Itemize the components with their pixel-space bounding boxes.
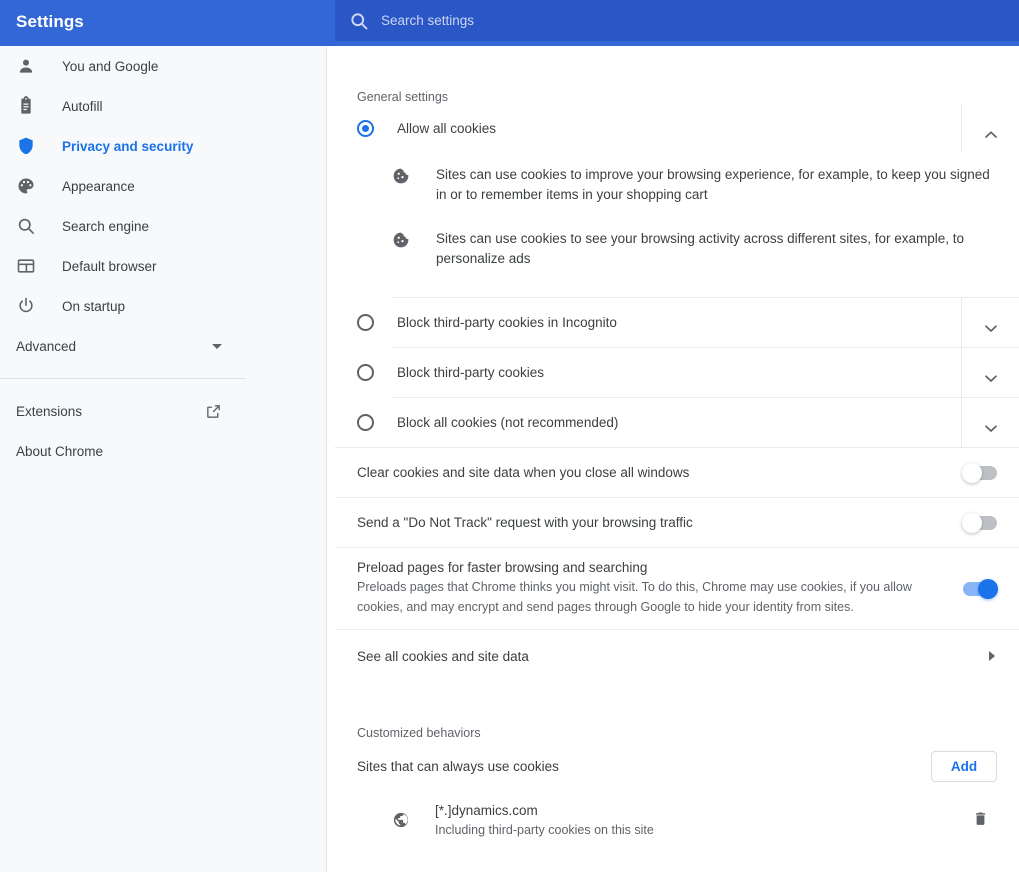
see-all-cookies-label: See all cookies and site data xyxy=(357,648,529,664)
shield-icon xyxy=(16,136,36,156)
search-bar[interactable] xyxy=(335,0,1019,41)
radio-label: Block all cookies (not recommended) xyxy=(397,415,619,430)
toggle-knob xyxy=(978,578,998,599)
customized-behaviors-title: Customized behaviors xyxy=(357,726,481,740)
chevron-down-icon xyxy=(984,319,997,332)
sidebar-extensions-label: Extensions xyxy=(16,403,83,419)
sidebar-item-label: Privacy and security xyxy=(62,138,194,154)
toggle-label: Send a "Do Not Track" request with your … xyxy=(357,515,693,530)
sidebar-item-label: On startup xyxy=(62,298,126,314)
search-icon xyxy=(16,216,36,236)
arrow-right-icon xyxy=(989,651,995,661)
radio-label: Block third-party cookies xyxy=(397,365,545,380)
sidebar-item-about-chrome[interactable]: About Chrome xyxy=(0,431,326,471)
clipboard-icon xyxy=(16,96,36,116)
search-input[interactable] xyxy=(381,0,1019,41)
caret-down-icon xyxy=(212,343,222,349)
toggle-texts: Send a "Do Not Track" request with your … xyxy=(357,515,963,530)
radio-label: Allow all cookies xyxy=(397,121,497,136)
sidebar-advanced-label: Advanced xyxy=(16,338,77,354)
person-icon xyxy=(16,56,36,76)
radio-button[interactable] xyxy=(357,120,374,137)
toggle-label: Preload pages for faster browsing and se… xyxy=(357,560,648,575)
sidebar-item-search-engine[interactable]: Search engine xyxy=(0,206,326,246)
sidebar-item-label: Appearance xyxy=(62,178,135,194)
toggle-row-preload-pages[interactable]: Preload pages for faster browsing and se… xyxy=(335,548,1019,629)
sidebar-item-autofill[interactable]: Autofill xyxy=(0,86,326,126)
chevron-down-icon xyxy=(984,419,997,432)
settings-content: General settings Allow all cookies Sites… xyxy=(335,46,1019,872)
sidebar-about-label: About Chrome xyxy=(16,443,104,459)
radio-button[interactable] xyxy=(357,314,374,331)
sidebar-item-privacy-and-security[interactable]: Privacy and security xyxy=(0,126,326,166)
toggle-label: Clear cookies and site data when you clo… xyxy=(357,465,690,480)
sidebar-item-advanced[interactable]: Advanced xyxy=(0,326,326,366)
add-button[interactable]: Add xyxy=(931,750,997,782)
sidebar-item-default-browser[interactable]: Default browser xyxy=(0,246,326,286)
toggle-description: Preloads pages that Chrome thinks you mi… xyxy=(357,580,912,614)
sidebar-divider xyxy=(0,378,246,379)
sidebar-item-you-and-google[interactable]: You and Google xyxy=(0,46,326,86)
toggle-texts: Preload pages for faster browsing and se… xyxy=(357,560,963,617)
radio-label: Block third-party cookies in Incognito xyxy=(397,315,617,330)
sidebar-item-appearance[interactable]: Appearance xyxy=(0,166,326,206)
power-icon xyxy=(16,296,36,316)
radio-button[interactable] xyxy=(357,414,374,431)
toggle-knob xyxy=(962,462,982,483)
page-title: Settings xyxy=(16,12,84,31)
sites-always-use-cookies-header: Sites that can always use cookies Add xyxy=(335,740,1019,792)
sites-always-use-cookies-label: Sites that can always use cookies xyxy=(357,758,559,774)
globe-icon xyxy=(392,811,410,829)
expand-collapse-button[interactable] xyxy=(961,398,1019,447)
cookie-detail-text: Sites can use cookies to improve your br… xyxy=(436,167,990,202)
cookie-icon xyxy=(392,231,410,249)
general-settings-title: General settings xyxy=(357,90,449,104)
see-all-cookies-row[interactable]: See all cookies and site data xyxy=(335,630,1019,682)
toggle-switch[interactable] xyxy=(962,512,997,533)
external-link-icon xyxy=(205,403,222,420)
radio-option-block-third-party-incognito[interactable]: Block third-party cookies in Incognito xyxy=(335,298,1019,347)
search-icon xyxy=(349,11,369,31)
toggle-switch[interactable] xyxy=(962,462,997,483)
site-subtitle: Including third-party cookies on this si… xyxy=(435,823,654,837)
toggle-row-clear-cookies-on-close[interactable]: Clear cookies and site data when you clo… xyxy=(335,448,1019,497)
sidebar-item-extensions[interactable]: Extensions xyxy=(0,391,326,431)
toggle-row-do-not-track[interactable]: Send a "Do Not Track" request with your … xyxy=(335,498,1019,547)
trash-icon[interactable] xyxy=(972,810,989,829)
cookie-detail-row: Sites can use cookies to improve your br… xyxy=(392,153,1019,217)
radio-button[interactable] xyxy=(357,364,374,381)
cookie-detail-text: Sites can use cookies to see your browsi… xyxy=(436,231,964,266)
browser-window-icon xyxy=(16,256,36,276)
site-name: [*.]dynamics.com xyxy=(435,803,538,818)
toggle-texts: Clear cookies and site data when you clo… xyxy=(357,465,963,480)
sidebar-item-label: Autofill xyxy=(62,98,103,114)
settings-sidebar: You and Google Autofill Privacy and secu… xyxy=(0,46,327,872)
toggle-knob xyxy=(962,512,982,533)
settings-header: Settings xyxy=(0,0,1019,46)
radio-option-block-third-party-cookies[interactable]: Block third-party cookies xyxy=(335,348,1019,397)
toggle-switch[interactable] xyxy=(963,578,998,599)
chevron-down-icon xyxy=(984,369,997,382)
site-list-item[interactable]: [*.]dynamics.com Including third-party c… xyxy=(392,792,1019,847)
expand-collapse-button[interactable] xyxy=(961,104,1019,153)
palette-icon xyxy=(16,176,36,196)
sidebar-item-label: Search engine xyxy=(62,218,150,234)
sidebar-item-label: You and Google xyxy=(62,58,159,74)
radio-option-block-all-cookies[interactable]: Block all cookies (not recommended) xyxy=(335,398,1019,447)
site-texts: [*.]dynamics.com Including third-party c… xyxy=(435,802,972,837)
expand-collapse-button[interactable] xyxy=(961,348,1019,397)
expand-collapse-button[interactable] xyxy=(961,298,1019,347)
cookie-detail-row: Sites can use cookies to see your browsi… xyxy=(392,217,1019,281)
cookie-icon xyxy=(392,167,410,185)
chevron-up-icon xyxy=(984,125,997,138)
radio-option-allow-all-cookies[interactable]: Allow all cookies xyxy=(335,104,1019,153)
sidebar-item-label: Default browser xyxy=(62,258,157,274)
sidebar-item-on-startup[interactable]: On startup xyxy=(0,286,326,326)
